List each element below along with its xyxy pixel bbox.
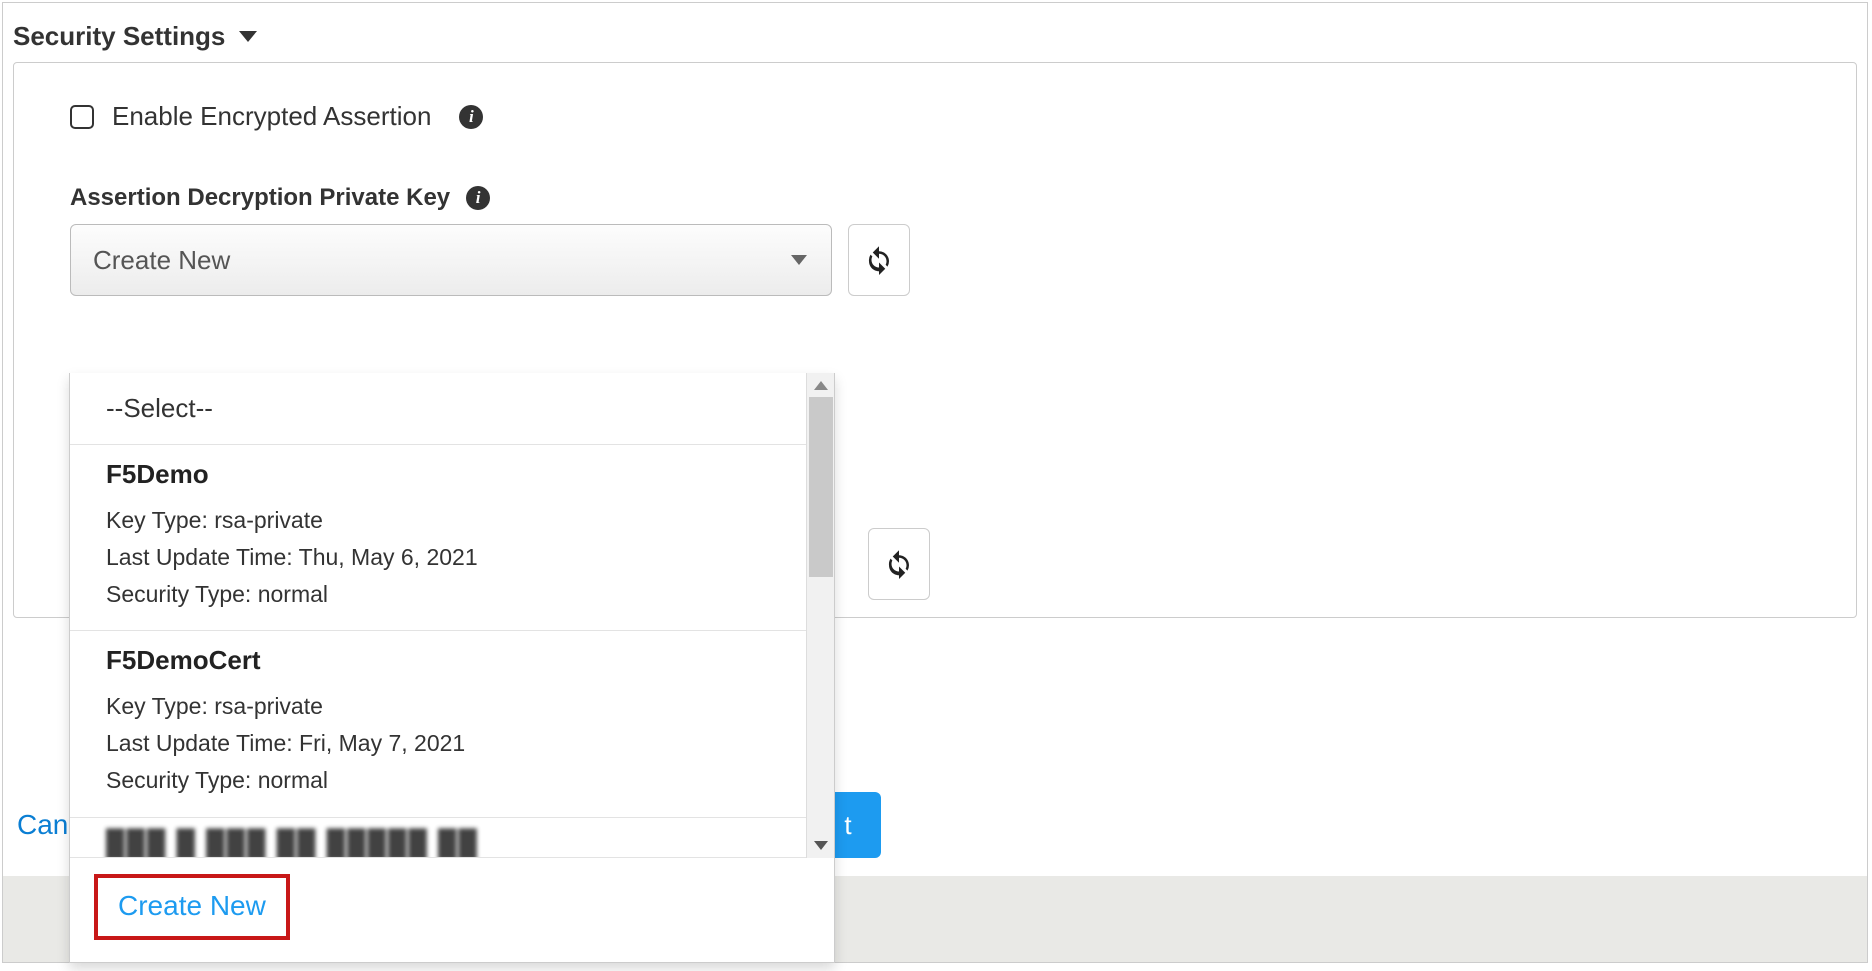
info-icon[interactable]: i <box>459 105 483 129</box>
page-container: Security Settings Enable Encrypted Asser… <box>2 2 1868 963</box>
assertion-key-select[interactable]: Create New <box>70 224 832 296</box>
dropdown-option-meta: Key Type: rsa-private Last Update Time: … <box>106 688 798 798</box>
dropdown-option-truncated[interactable]: ███ █ ███ ██ █████ ██ <box>70 818 834 858</box>
refresh-icon <box>884 549 914 579</box>
section-title: Security Settings <box>13 21 225 52</box>
dropdown-option-f5demo[interactable]: F5Demo Key Type: rsa-private Last Update… <box>70 445 834 631</box>
select-value: Create New <box>93 245 230 276</box>
info-icon[interactable]: i <box>466 186 490 210</box>
enable-encrypted-assertion-row: Enable Encrypted Assertion i <box>70 101 1800 132</box>
triangle-up-icon <box>814 381 828 390</box>
dropdown-option-meta: Key Type: rsa-private Last Update Time: … <box>106 502 798 612</box>
dropdown-footer: Create New <box>70 858 834 962</box>
refresh-button-secondary[interactable] <box>868 528 930 600</box>
dropdown-scroll-area: --Select-- F5Demo Key Type: rsa-private … <box>70 373 834 858</box>
dropdown-option-title: F5DemoCert <box>106 645 798 676</box>
section-header[interactable]: Security Settings <box>3 3 1867 62</box>
refresh-button[interactable] <box>848 224 910 296</box>
dropdown-placeholder-option[interactable]: --Select-- <box>70 373 834 445</box>
assertion-key-dropdown: --Select-- F5Demo Key Type: rsa-private … <box>69 373 835 963</box>
assertion-key-label-row: Assertion Decryption Private Key i <box>70 184 1800 212</box>
dropdown-option-f5democert[interactable]: F5DemoCert Key Type: rsa-private Last Up… <box>70 631 834 817</box>
cancel-link[interactable]: Can <box>17 809 68 841</box>
assertion-key-select-row: Create New <box>70 224 1800 296</box>
scroll-down-button[interactable] <box>807 834 834 858</box>
triangle-down-icon <box>814 841 828 850</box>
dropdown-option-title: F5Demo <box>106 459 798 490</box>
chevron-down-icon <box>791 255 807 265</box>
caret-down-icon <box>239 31 257 42</box>
enable-encrypted-assertion-checkbox[interactable] <box>70 105 94 129</box>
refresh-icon <box>864 245 894 275</box>
assertion-key-label: Assertion Decryption Private Key <box>70 184 450 212</box>
enable-encrypted-assertion-label: Enable Encrypted Assertion <box>112 101 431 132</box>
scrollbar-track[interactable] <box>806 373 834 858</box>
next-button-fragment: t <box>844 810 851 841</box>
scroll-up-button[interactable] <box>807 373 834 397</box>
scrollbar-thumb[interactable] <box>809 397 833 577</box>
create-new-button[interactable]: Create New <box>94 874 290 940</box>
